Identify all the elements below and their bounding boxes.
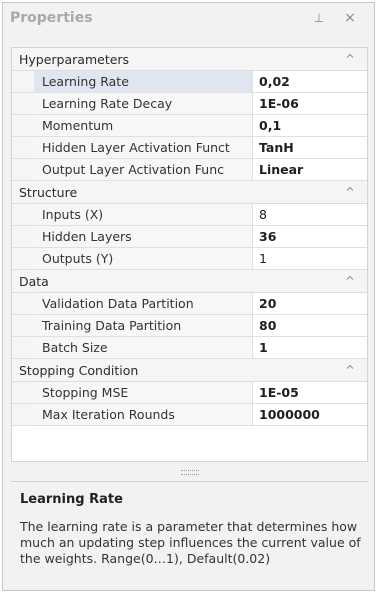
property-name[interactable]: Hidden Layer Activation Funct [34,137,253,158]
description-title: Learning Rate [20,492,123,507]
property-row[interactable]: Learning Rate Decay 1E-06 [12,93,367,115]
grip-icon [181,470,199,475]
row-gutter [12,93,34,114]
panel-title: Properties [10,10,93,26]
row-gutter [12,248,34,269]
row-gutter [12,71,34,92]
description-pane: Learning Rate The learning rate is a par… [11,481,368,587]
property-value[interactable]: 0,02 [253,71,367,92]
description-text: The learning rate is a parameter that de… [20,519,361,566]
chevron-up-icon[interactable] [345,51,355,61]
property-value[interactable]: 1000000 [253,404,367,425]
property-value[interactable]: 0,1 [253,115,367,136]
property-value[interactable]: 20 [253,293,367,314]
category-row[interactable]: Data [12,270,367,293]
property-name[interactable]: Momentum [34,115,253,136]
category-label: Hyperparameters [19,52,130,67]
category-row[interactable]: Structure [12,181,367,204]
property-row[interactable]: Stopping MSE 1E-05 [12,382,367,404]
property-name[interactable]: Training Data Partition [34,315,253,336]
property-name[interactable]: Hidden Layers [34,226,253,247]
row-gutter [12,382,34,403]
property-row[interactable]: Hidden Layer Activation Funct TanH [12,137,367,159]
category-label: Structure [19,185,78,200]
properties-panel: Properties ⊥ × Hyperparameters Learning R… [2,2,375,591]
category-label: Stopping Condition [19,363,139,378]
row-gutter [12,137,34,158]
property-name[interactable]: Stopping MSE [34,382,253,403]
property-value[interactable]: 80 [253,315,367,336]
property-row[interactable]: Batch Size 1 [12,337,367,359]
property-row[interactable]: Training Data Partition 80 [12,315,367,337]
property-name[interactable]: Batch Size [34,337,253,358]
property-value[interactable]: 1E-05 [253,382,367,403]
property-value[interactable]: TanH [253,137,367,158]
pin-icon[interactable]: ⊥ [311,10,327,26]
property-row[interactable]: Outputs (Y) 1 [12,248,367,270]
property-row[interactable]: Inputs (X) 8 [12,204,367,226]
category-label: Data [19,274,49,289]
property-row[interactable]: Max Iteration Rounds 1000000 [12,404,367,426]
row-gutter [12,315,34,336]
property-name[interactable]: Inputs (X) [34,204,253,225]
property-row[interactable]: Hidden Layers 36 [12,226,367,248]
panel-title-bar: Properties ⊥ × [3,3,374,33]
chevron-up-icon[interactable] [345,362,355,372]
category-row[interactable]: Stopping Condition [12,359,367,382]
property-name[interactable]: Output Layer Activation Func [34,159,253,180]
chevron-up-icon[interactable] [345,184,355,194]
property-value[interactable]: 1 [253,248,367,269]
property-row[interactable]: Validation Data Partition 20 [12,293,367,315]
property-value[interactable]: 36 [253,226,367,247]
property-row[interactable]: Learning Rate 0,02 [12,71,367,93]
row-gutter [12,115,34,136]
chevron-up-icon[interactable] [345,273,355,283]
category-row[interactable]: Hyperparameters [12,48,367,71]
row-gutter [12,404,34,425]
row-gutter [12,293,34,314]
splitter-handle[interactable] [11,468,368,476]
property-value[interactable]: 1 [253,337,367,358]
row-gutter [12,204,34,225]
property-row[interactable]: Momentum 0,1 [12,115,367,137]
row-gutter [12,226,34,247]
close-icon[interactable]: × [342,10,358,26]
property-value[interactable]: Linear [253,159,367,180]
property-name[interactable]: Validation Data Partition [34,293,253,314]
property-value[interactable]: 8 [253,204,367,225]
row-gutter [12,159,34,180]
property-name[interactable]: Outputs (Y) [34,248,253,269]
property-grid: Hyperparameters Learning Rate 0,02 Learning… [11,47,368,462]
property-value[interactable]: 1E-06 [253,93,367,114]
property-row[interactable]: Output Layer Activation Func Linear [12,159,367,181]
property-name[interactable]: Learning Rate [34,71,253,92]
property-name[interactable]: Learning Rate Decay [34,93,253,114]
row-gutter [12,337,34,358]
property-name[interactable]: Max Iteration Rounds [34,404,253,425]
